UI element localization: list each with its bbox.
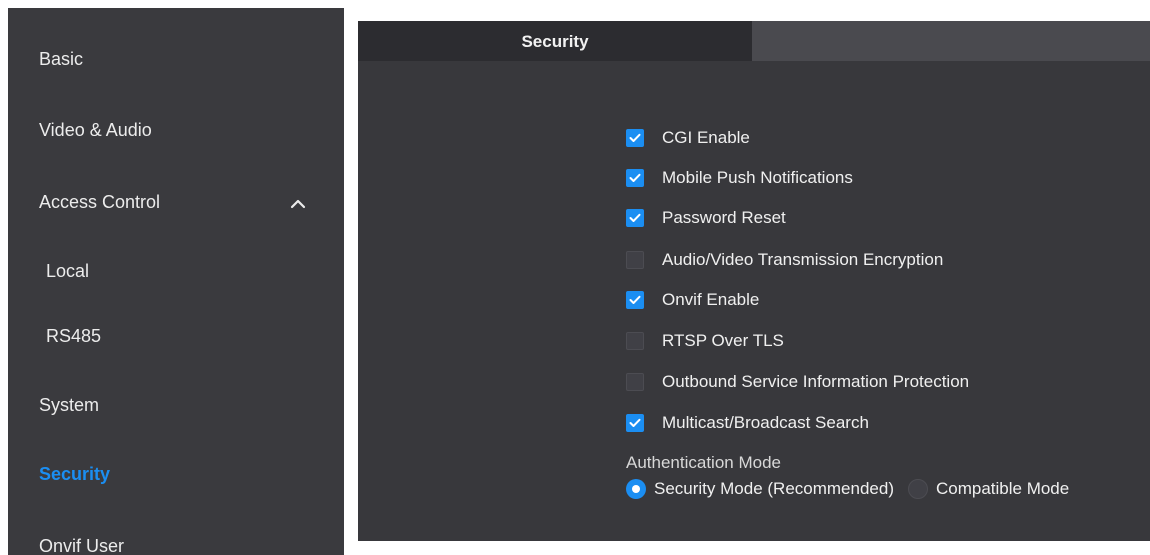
authentication-mode-label: Authentication Mode [626,453,781,472]
sidebar-item-local[interactable]: Local [46,261,89,282]
checkbox-mobile-push-notifications[interactable] [626,169,644,187]
option-mobile-push-notifications[interactable]: Mobile Push Notifications [626,167,853,189]
compatible-mode-label: Compatible Mode [935,479,1070,498]
check-icon [629,133,641,142]
option-label: Audio/Video Transmission Encryption [662,250,944,269]
compatible-mode-radio[interactable] [907,479,928,499]
option-password-reset[interactable]: Password Reset [626,207,786,229]
sidebar-item-security[interactable]: Security [39,464,110,485]
option-label: Password Reset [662,208,786,227]
checkbox-onvif-enable[interactable] [626,291,644,309]
sidebar-item-rs485[interactable]: RS485 [46,326,101,347]
checkbox-rtsp-over-tls[interactable] [626,332,644,350]
checkbox-outbound-service-information-protection[interactable] [626,373,644,391]
option-label: Multicast/Broadcast Search [662,413,869,432]
option-multicast-broadcast-search[interactable]: Multicast/Broadcast Search [626,412,869,434]
tab-security[interactable]: Security [358,21,752,61]
sidebar-item-video-audio[interactable]: Video & Audio [39,120,152,141]
option-label: Outbound Service Information Protection [662,372,970,391]
check-icon [629,418,641,427]
option-onvif-enable[interactable]: Onvif Enable [626,289,759,311]
checkbox-audio-video-transmission-encryption[interactable] [626,251,644,269]
option-audio-video-transmission-encryption[interactable]: Audio/Video Transmission Encryption [626,249,943,271]
compatible-mode-option[interactable]: Compatible Mode [907,479,1070,499]
sidebar-item-basic[interactable]: Basic [39,49,83,70]
security-mode-radio[interactable] [626,479,646,499]
sidebar: Basic Video & Audio Access Control Local… [8,8,344,555]
security-mode-label: Security Mode (Recommended) [654,479,894,498]
check-icon [629,295,641,304]
check-icon [629,213,641,222]
security-panel: Security CGI Enable Mobile Push Notificat… [358,21,1150,541]
option-outbound-service-information-protection[interactable]: Outbound Service Information Protection [626,371,969,393]
check-icon [629,173,641,182]
option-cgi-enable[interactable]: CGI Enable [626,127,750,149]
option-label: Onvif Enable [662,290,760,309]
option-label: RTSP Over TLS [662,331,784,350]
checkbox-password-reset[interactable] [626,209,644,227]
tab-strip: Security [358,21,1150,61]
checkbox-cgi-enable[interactable] [626,129,644,147]
chevron-up-icon[interactable] [289,197,307,211]
sidebar-item-onvif-user[interactable]: Onvif User [39,536,124,555]
option-label: Mobile Push Notifications [662,168,853,187]
option-rtsp-over-tls[interactable]: RTSP Over TLS [626,330,784,352]
option-label: CGI Enable [662,128,750,147]
authentication-mode-group: Security Mode (Recommended) Compatible M… [626,478,1083,500]
security-mode-option[interactable]: Security Mode (Recommended) [626,479,894,499]
sidebar-item-access-control[interactable]: Access Control [39,192,160,213]
app-window: Basic Video & Audio Access Control Local… [0,0,1150,555]
checkbox-multicast-broadcast-search[interactable] [626,414,644,432]
sidebar-item-system[interactable]: System [39,395,99,416]
